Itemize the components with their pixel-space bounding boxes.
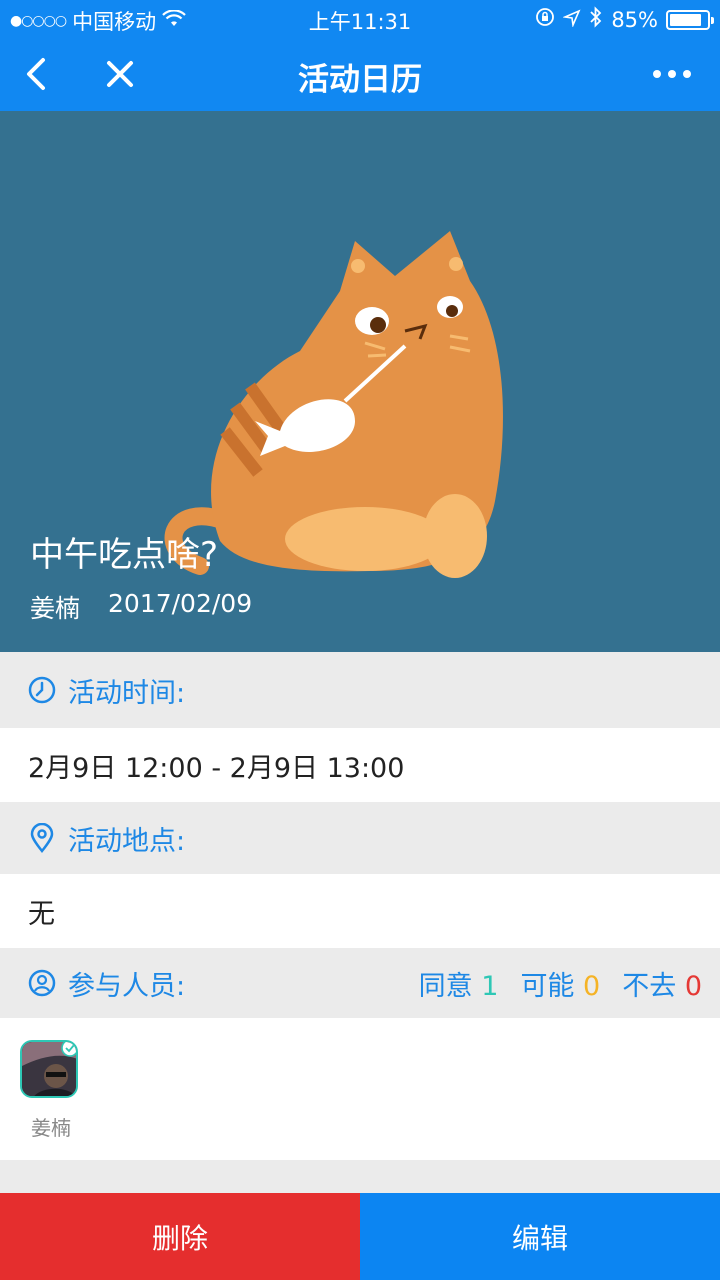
time-section-header: 活动时间: (0, 652, 720, 728)
participant-name: 姜楠 (31, 1116, 71, 1140)
response-counts: 同意 1 可能 0 不去 0 (419, 964, 702, 1003)
battery-icon (666, 9, 714, 30)
agree-count-group[interactable]: 同意 1 (419, 964, 499, 1003)
nav-bar: 活动日历 (0, 38, 720, 111)
more-dots-icon (653, 70, 691, 78)
maybe-count-group[interactable]: 可能 0 (520, 964, 600, 1003)
decline-count: 0 (684, 970, 702, 1002)
battery-percent: 85% (611, 7, 658, 32)
avatar (20, 1040, 78, 1098)
delete-button[interactable]: 删除 (0, 1193, 360, 1280)
more-button[interactable] (648, 50, 696, 98)
status-bar: ●○○○○ 中国移动 上午11:31 85% (0, 0, 720, 38)
page-title: 活动日历 (298, 62, 422, 98)
clock-icon (28, 676, 56, 704)
location-arrow-icon (562, 8, 581, 32)
event-author: 姜楠 (30, 594, 81, 623)
participants-list: 姜楠 (0, 1018, 720, 1160)
event-cover: 中午吃点啥? 姜楠 2017/02/09 (0, 111, 720, 652)
participant-item[interactable]: 姜楠 (20, 1040, 82, 1141)
location-value-row: 无 (0, 874, 720, 948)
location-label: 活动地点: (68, 825, 186, 857)
agreed-check-icon (61, 1042, 76, 1057)
agree-label: 同意 (418, 970, 473, 1002)
event-date: 2017/02/09 (108, 589, 253, 618)
event-title: 中午吃点啥? (30, 535, 219, 575)
bluetooth-icon (589, 6, 603, 33)
user-circle-icon (28, 969, 56, 997)
location-pin-icon (28, 823, 56, 853)
participants-section-header: 参与人员: 同意 1 可能 0 不去 0 (0, 948, 720, 1018)
time-value: 2月9日 12:00 - 2月9日 13:00 (28, 752, 405, 784)
agree-count: 1 (481, 970, 499, 1002)
location-section-header: 活动地点: (0, 802, 720, 874)
location-value: 无 (28, 898, 55, 930)
event-meta: 姜楠 2017/02/09 (30, 589, 252, 625)
decline-count-group[interactable]: 不去 0 (622, 964, 702, 1003)
time-value-row: 2月9日 12:00 - 2月9日 13:00 (0, 728, 720, 802)
participants-label: 参与人员: (68, 970, 186, 1002)
action-footer: 删除 编辑 (0, 1193, 720, 1280)
time-label: 活动时间: (68, 677, 186, 709)
maybe-count: 0 (583, 970, 601, 1002)
battery-fill (670, 13, 701, 26)
decline-label: 不去 (622, 970, 677, 1002)
edit-button[interactable]: 编辑 (360, 1193, 720, 1280)
orientation-lock-icon (535, 7, 555, 32)
maybe-label: 可能 (520, 970, 575, 1002)
